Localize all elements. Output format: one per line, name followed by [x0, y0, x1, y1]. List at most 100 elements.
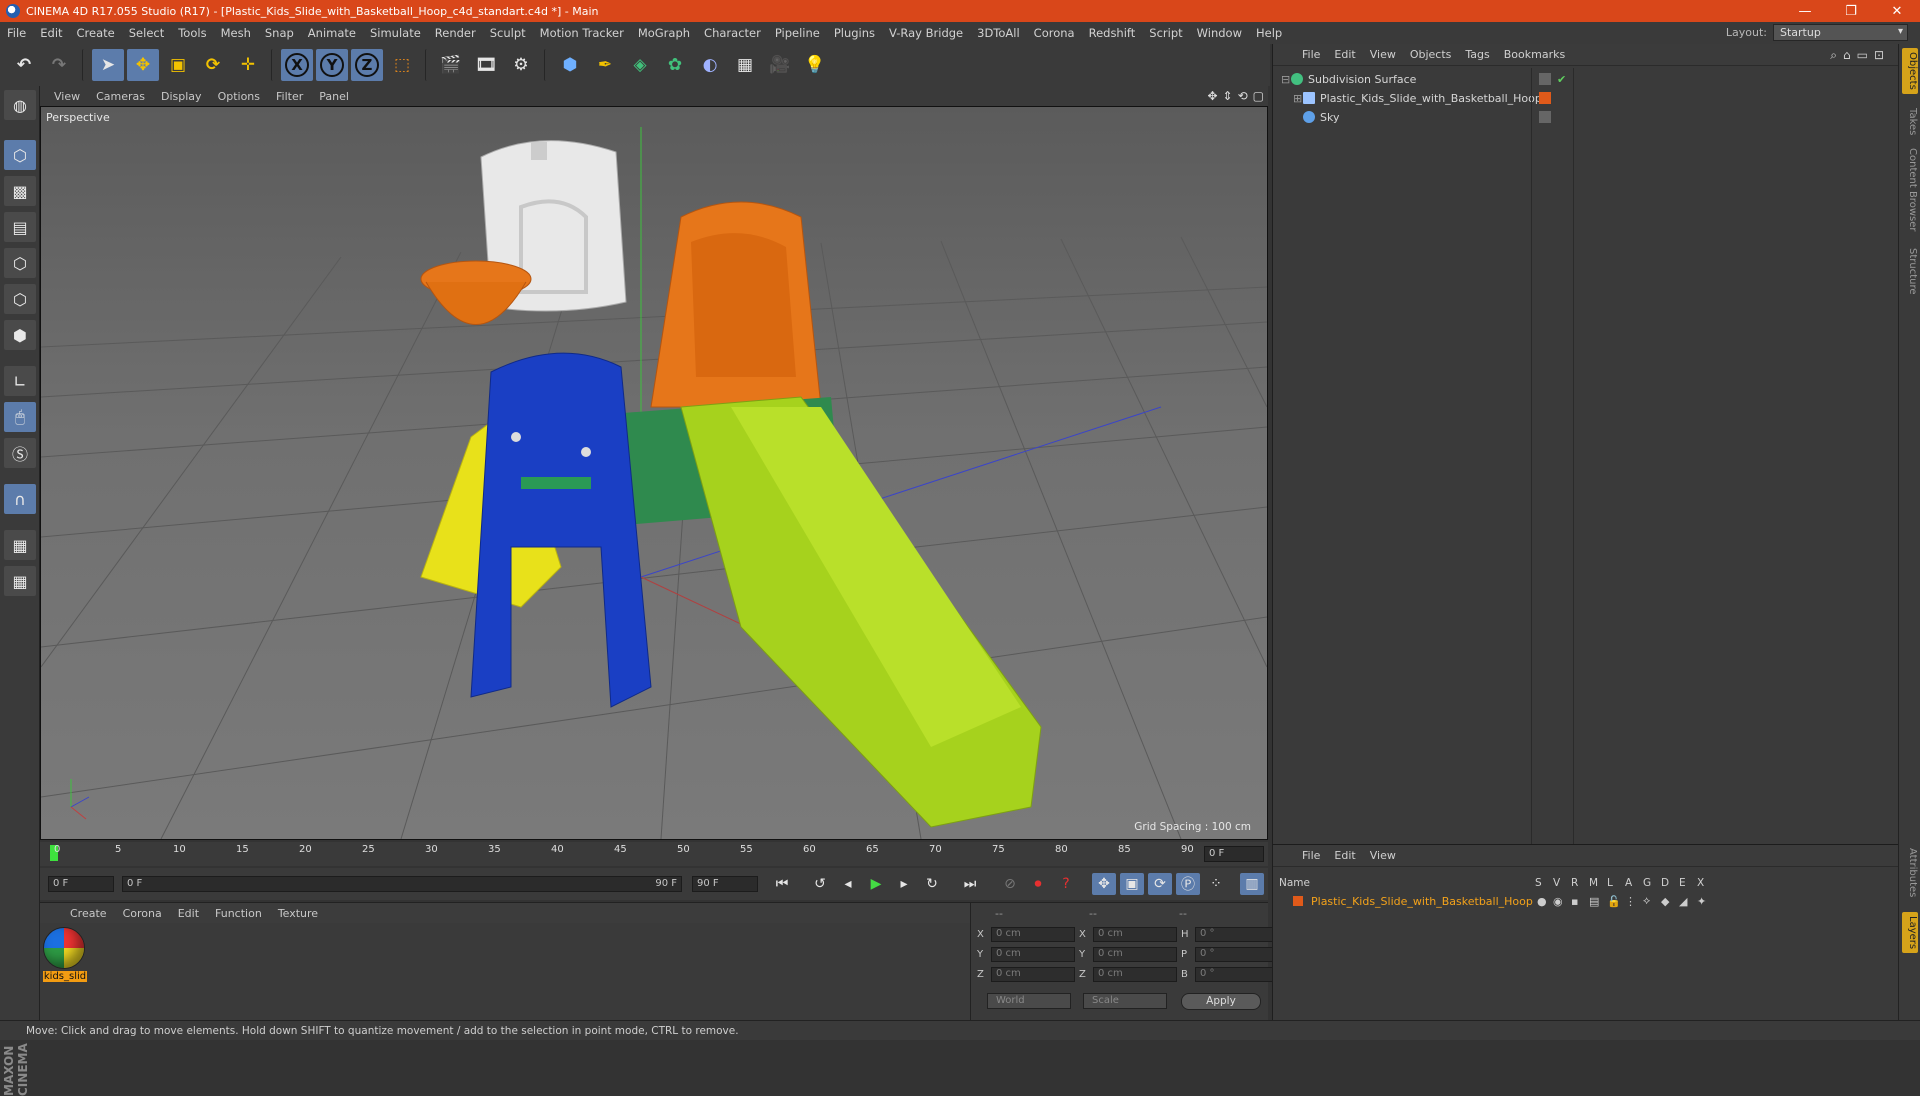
- undo-icon[interactable]: ↶: [8, 49, 40, 81]
- menu-motion-tracker[interactable]: Motion Tracker: [533, 26, 631, 40]
- viewport-toggle-icon[interactable]: ▢: [1253, 89, 1264, 103]
- key-pla-icon[interactable]: ⁘: [1204, 873, 1228, 895]
- tree-row-subdivision-surface[interactable]: ⊟ Subdivision Surface ✔: [1273, 70, 1899, 88]
- rotation-h-field[interactable]: 0 °: [1195, 927, 1279, 942]
- viewport-label[interactable]: Perspective: [46, 111, 110, 124]
- column-divider[interactable]: [1573, 68, 1574, 844]
- minimize-button[interactable]: —: [1782, 0, 1828, 22]
- panel-menu-icon[interactable]: ⊡: [1874, 48, 1884, 63]
- menu-tools[interactable]: Tools: [171, 26, 213, 40]
- size-z-field[interactable]: 0 cm: [1093, 967, 1177, 982]
- camera-icon[interactable]: 🎥: [764, 49, 796, 81]
- layer-view-icon[interactable]: ◉: [1553, 895, 1563, 908]
- viewport-menu-options[interactable]: Options: [210, 90, 268, 103]
- layer-menu-edit[interactable]: Edit: [1327, 849, 1362, 862]
- render-view-icon[interactable]: 🎬: [435, 49, 467, 81]
- layer-toggle-icon[interactable]: [1539, 111, 1551, 123]
- viewport-menu-filter[interactable]: Filter: [268, 90, 311, 103]
- menu-help[interactable]: Help: [1249, 26, 1289, 40]
- menu-create[interactable]: Create: [70, 26, 122, 40]
- pen-spline-icon[interactable]: ✒: [589, 49, 621, 81]
- z-axis-lock-button[interactable]: Z: [351, 49, 383, 81]
- layer-expression-icon[interactable]: ◢: [1679, 895, 1687, 908]
- light-icon[interactable]: 💡: [799, 49, 831, 81]
- viewport-menu-display[interactable]: Display: [153, 90, 210, 103]
- object-menu-view[interactable]: View: [1363, 48, 1403, 61]
- key-parameter-icon[interactable]: Ⓟ: [1176, 873, 1200, 895]
- point-mode-icon[interactable]: ⬡: [4, 248, 36, 278]
- material-swatch[interactable]: kids_slid: [43, 927, 87, 989]
- size-x-field[interactable]: 0 cm: [1093, 927, 1177, 942]
- make-editable-icon[interactable]: ◍: [4, 90, 36, 120]
- model-mode-icon[interactable]: ⬡: [4, 140, 36, 170]
- restore-button[interactable]: ❐: [1828, 0, 1874, 22]
- perspective-viewport[interactable]: Perspective Grid Spacing : 100 cm: [40, 106, 1268, 840]
- scale-tool-icon[interactable]: ▣: [162, 49, 194, 81]
- layer-generator-icon[interactable]: ⟡: [1643, 894, 1650, 908]
- current-frame-field[interactable]: 0 F: [1204, 846, 1264, 862]
- menu-3dtoall[interactable]: 3DToAll: [970, 26, 1027, 40]
- object-menu-tags[interactable]: Tags: [1458, 48, 1496, 61]
- snap-magnet-icon[interactable]: ∩: [4, 484, 36, 514]
- menu-sculpt[interactable]: Sculpt: [483, 26, 533, 40]
- menu-redshift[interactable]: Redshift: [1082, 26, 1143, 40]
- menu-window[interactable]: Window: [1190, 26, 1249, 40]
- menu-select[interactable]: Select: [122, 26, 171, 40]
- layer-menu-file[interactable]: File: [1295, 849, 1327, 862]
- scale-dropdown[interactable]: Scale: [1083, 993, 1167, 1009]
- layer-xref-icon[interactable]: ✦: [1697, 895, 1706, 908]
- object-menu-bookmarks[interactable]: Bookmarks: [1497, 48, 1572, 61]
- material-menu-edit[interactable]: Edit: [170, 907, 207, 920]
- go-to-end-icon[interactable]: ⏭: [958, 873, 982, 895]
- rotation-p-field[interactable]: 0 °: [1195, 947, 1279, 962]
- menu-character[interactable]: Character: [697, 26, 768, 40]
- record-keys-disabled-icon[interactable]: ⊘: [998, 873, 1022, 895]
- menu-mesh[interactable]: Mesh: [214, 26, 258, 40]
- menu-plugins[interactable]: Plugins: [827, 26, 882, 40]
- next-frame-icon[interactable]: ▸: [892, 873, 916, 895]
- polygon-mode-icon[interactable]: ⬢: [4, 320, 36, 350]
- rotate-tool-icon[interactable]: ⟳: [197, 49, 229, 81]
- go-to-start-icon[interactable]: ⏮: [770, 873, 794, 895]
- cube-primitive-icon[interactable]: ⬢: [554, 49, 586, 81]
- new-window-icon[interactable]: ▭: [1857, 48, 1868, 63]
- expand-icon[interactable]: ⊞: [1293, 92, 1303, 105]
- position-y-field[interactable]: 0 cm: [991, 947, 1075, 962]
- select-arrow-icon[interactable]: ➤: [92, 49, 124, 81]
- menu-script[interactable]: Script: [1142, 26, 1189, 40]
- close-button[interactable]: ✕: [1874, 0, 1920, 22]
- layer-solo-icon[interactable]: ●: [1537, 895, 1547, 908]
- subdivision-surface-icon[interactable]: ◈: [624, 49, 656, 81]
- tab-objects[interactable]: Objects: [1902, 48, 1918, 94]
- next-key-icon[interactable]: ↻: [920, 873, 944, 895]
- tree-row-sky[interactable]: Sky: [1273, 108, 1899, 126]
- key-position-icon[interactable]: ✥: [1092, 873, 1116, 895]
- world-dropdown[interactable]: World: [987, 993, 1071, 1009]
- timeline-window-icon[interactable]: ▥: [1240, 873, 1264, 895]
- start-frame-field[interactable]: 0 F: [48, 876, 114, 892]
- viewport-menu-cameras[interactable]: Cameras: [88, 90, 153, 103]
- kids-slide-model[interactable]: [420, 140, 1042, 828]
- frame-range-slider[interactable]: 0 F 90 F: [122, 876, 682, 892]
- viewport-rotate-icon[interactable]: ⟲: [1238, 89, 1248, 103]
- menu-file[interactable]: File: [0, 26, 33, 40]
- size-y-field[interactable]: 0 cm: [1093, 947, 1177, 962]
- tab-structure[interactable]: Structure: [1902, 244, 1918, 299]
- material-menu-create[interactable]: Create: [62, 907, 115, 920]
- layer-row[interactable]: Plastic_Kids_Slide_with_Basketball_Hoop …: [1273, 892, 1899, 910]
- object-menu-file[interactable]: File: [1295, 48, 1327, 61]
- solo-mode-icon[interactable]: Ⓢ: [4, 438, 36, 468]
- menu-corona[interactable]: Corona: [1027, 26, 1082, 40]
- viewport-zoom-icon[interactable]: ⇕: [1223, 89, 1233, 103]
- layer-toggle-icon[interactable]: [1539, 73, 1551, 85]
- menu-render[interactable]: Render: [428, 26, 483, 40]
- move-tool-icon[interactable]: ✥: [127, 49, 159, 81]
- material-menu-texture[interactable]: Texture: [270, 907, 326, 920]
- search-icon[interactable]: ⌕: [1830, 48, 1837, 63]
- key-rotation-icon[interactable]: ⟳: [1148, 873, 1172, 895]
- viewport-move-icon[interactable]: ✥: [1207, 89, 1217, 103]
- edge-mode-icon[interactable]: ⬡: [4, 284, 36, 314]
- tab-takes[interactable]: Takes: [1902, 104, 1918, 139]
- menu-simulate[interactable]: Simulate: [363, 26, 428, 40]
- lock-workplane-icon[interactable]: ▦: [4, 530, 36, 560]
